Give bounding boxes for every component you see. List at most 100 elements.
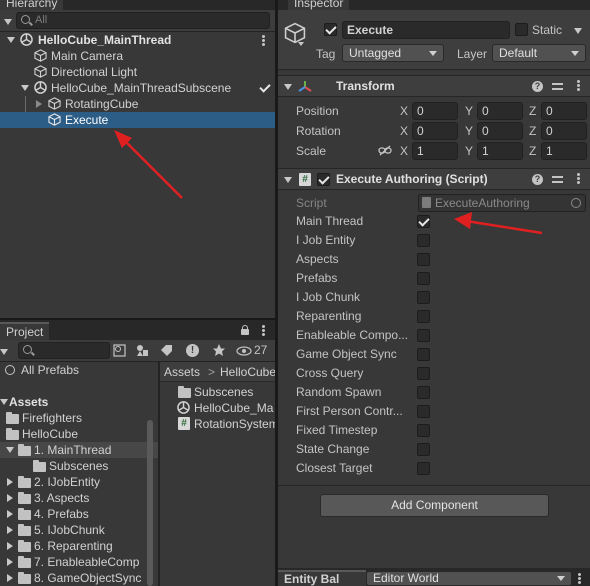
active-checkbox[interactable] xyxy=(324,23,337,36)
field-checkbox[interactable] xyxy=(417,386,430,399)
expand-icon[interactable] xyxy=(21,85,29,91)
assets-root[interactable]: Assets xyxy=(0,394,158,410)
scale-x-field[interactable]: 1 xyxy=(412,142,458,160)
field-checkbox[interactable] xyxy=(417,405,430,418)
file-subscenes[interactable]: Subscenes xyxy=(160,384,275,400)
favorites-all-prefabs[interactable]: All Prefabs xyxy=(0,362,158,378)
collapse-icon[interactable] xyxy=(7,558,13,566)
tree-scrollbar[interactable] xyxy=(147,420,153,586)
transform-header[interactable]: Transform ? xyxy=(278,75,590,97)
collapse-icon[interactable] xyxy=(7,574,13,582)
hierarchy-item-main-camera[interactable]: Main Camera xyxy=(0,48,275,64)
field-checkbox[interactable] xyxy=(417,348,430,361)
hidden-packages-icon[interactable] xyxy=(236,346,252,356)
help-icon[interactable]: ? xyxy=(532,81,543,92)
folder-firefighters[interactable]: Firefighters xyxy=(0,410,158,426)
folder-prefabs[interactable]: 4. Prefabs xyxy=(0,506,158,522)
help-icon[interactable]: ? xyxy=(532,174,543,185)
expand-icon[interactable] xyxy=(6,447,14,453)
component-menu-icon[interactable] xyxy=(577,80,580,83)
file-scene[interactable]: HelloCube_Ma xyxy=(160,400,275,416)
create-dropdown-icon[interactable] xyxy=(0,349,8,355)
tab-project[interactable]: Project xyxy=(0,322,50,340)
expand-icon[interactable] xyxy=(7,37,15,43)
constrain-proportions-icon[interactable] xyxy=(378,145,392,156)
breadcrumb-hellocube[interactable]: HelloCube xyxy=(220,362,275,382)
icon-dropdown-icon[interactable] xyxy=(298,42,304,46)
folder-hellocube[interactable]: HelloCube xyxy=(0,426,158,442)
subscene-enabled-checkbox[interactable] xyxy=(258,81,271,94)
hierarchy-item-rotatingcube[interactable]: RotatingCube xyxy=(0,96,275,112)
presets-icon[interactable] xyxy=(552,174,563,185)
warning-filter-icon[interactable]: ! xyxy=(186,344,199,357)
expand-icon[interactable] xyxy=(284,177,292,183)
add-component-button[interactable]: Add Component xyxy=(320,494,549,517)
component-menu-icon[interactable] xyxy=(577,173,580,176)
label-filter-icon[interactable] xyxy=(160,344,173,357)
hierarchy-item-directional-light[interactable]: Directional Light xyxy=(0,64,275,80)
static-checkbox[interactable] xyxy=(515,23,528,36)
scale-z-field[interactable]: 1 xyxy=(541,142,587,160)
hierarchy-search-input[interactable]: All xyxy=(16,12,270,29)
execute-authoring-header[interactable]: # Execute Authoring (Script) ? xyxy=(278,168,590,190)
world-dropdown[interactable]: Editor World xyxy=(366,571,572,586)
folder-aspects[interactable]: 3. Aspects xyxy=(0,490,158,506)
field-checkbox[interactable] xyxy=(417,310,430,323)
scale-y-field[interactable]: 1 xyxy=(477,142,523,160)
collapse-icon[interactable] xyxy=(7,478,13,486)
folder-subscenes[interactable]: Subscenes xyxy=(0,458,158,474)
lock-icon[interactable] xyxy=(241,325,249,335)
collapse-icon[interactable] xyxy=(36,100,42,108)
tab-inspector[interactable]: Inspector xyxy=(288,0,350,10)
field-checkbox[interactable] xyxy=(417,329,430,342)
field-checkbox[interactable] xyxy=(417,234,430,247)
folder-mainthread[interactable]: 1. MainThread xyxy=(0,442,158,458)
project-search-input[interactable] xyxy=(18,342,110,359)
filter-type-icon[interactable] xyxy=(136,344,149,357)
panel-menu-icon[interactable] xyxy=(262,325,265,328)
field-checkbox[interactable] xyxy=(417,367,430,380)
collapse-icon[interactable] xyxy=(7,510,13,518)
field-checkbox[interactable] xyxy=(417,291,430,304)
tag-dropdown[interactable]: Untagged xyxy=(342,44,444,62)
bottom-menu-icon[interactable] xyxy=(578,573,581,576)
tab-hierarchy[interactable]: Hierarchy xyxy=(0,0,64,10)
expand-icon[interactable] xyxy=(0,399,8,405)
add-dropdown-icon[interactable] xyxy=(4,19,12,25)
field-checkbox[interactable] xyxy=(417,462,430,475)
collapse-icon[interactable] xyxy=(7,542,13,550)
field-checkbox[interactable] xyxy=(417,253,430,266)
layer-dropdown[interactable]: Default xyxy=(492,44,586,62)
folder-reparenting[interactable]: 6. Reparenting xyxy=(0,538,158,554)
object-picker-icon[interactable] xyxy=(571,198,581,208)
favorite-star-icon[interactable] xyxy=(212,343,226,357)
hierarchy-root-row[interactable]: HelloCube_MainThread xyxy=(0,32,275,48)
folder-gameobjectsync[interactable]: 8. GameObjectSync xyxy=(0,570,158,586)
field-checkbox[interactable] xyxy=(417,215,430,228)
object-name-field[interactable]: Execute xyxy=(342,21,510,39)
field-checkbox[interactable] xyxy=(417,272,430,285)
position-x-field[interactable]: 0 xyxy=(412,102,458,120)
rotation-z-field[interactable]: 0 xyxy=(541,122,587,140)
field-checkbox[interactable] xyxy=(417,424,430,437)
rotation-x-field[interactable]: 0 xyxy=(412,122,458,140)
folder-ijobentity[interactable]: 2. IJobEntity xyxy=(0,474,158,490)
position-y-field[interactable]: 0 xyxy=(477,102,523,120)
folder-ijobchunk[interactable]: 5. IJobChunk xyxy=(0,522,158,538)
presets-icon[interactable] xyxy=(552,81,563,92)
collapse-icon[interactable] xyxy=(7,526,13,534)
scene-menu-icon[interactable] xyxy=(262,35,265,38)
expand-icon[interactable] xyxy=(284,84,292,90)
search-by-type-icon[interactable] xyxy=(113,344,126,357)
folder-enableablecomp[interactable]: 7. EnableableComp xyxy=(0,554,158,570)
field-checkbox[interactable] xyxy=(417,443,430,456)
position-z-field[interactable]: 0 xyxy=(541,102,587,120)
file-script[interactable]: # RotationSystem xyxy=(160,416,275,432)
static-dropdown-icon[interactable] xyxy=(574,28,582,34)
breadcrumb-assets[interactable]: Assets xyxy=(164,362,200,382)
tab-entity-baking[interactable]: Entity Bal xyxy=(278,570,366,586)
component-enabled-checkbox[interactable] xyxy=(317,173,330,186)
rotation-y-field[interactable]: 0 xyxy=(477,122,523,140)
hierarchy-item-subscene[interactable]: HelloCube_MainThreadSubscene xyxy=(0,80,275,96)
collapse-icon[interactable] xyxy=(7,494,13,502)
